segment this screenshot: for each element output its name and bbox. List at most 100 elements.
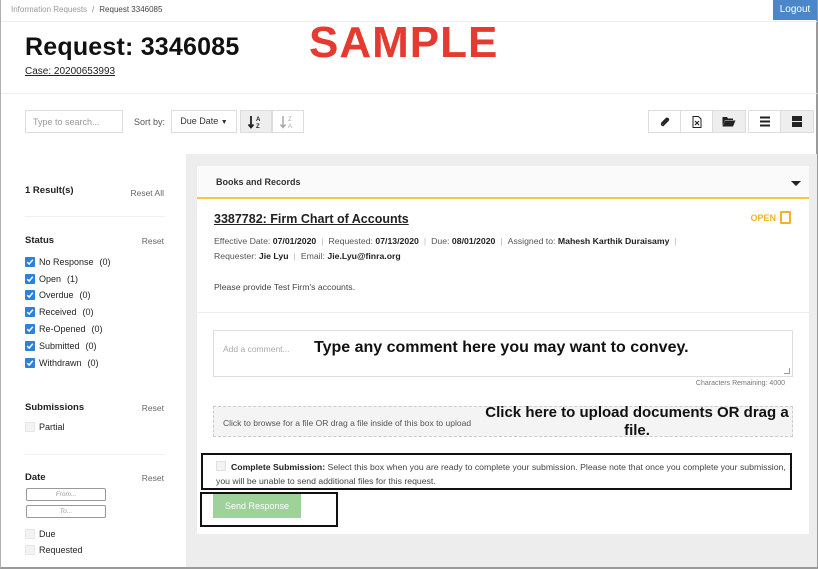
svg-text:Z: Z [256, 124, 260, 129]
complete-submission-text: Complete Submission: Select this box whe… [216, 460, 791, 488]
meta-label: Requester: [214, 251, 257, 261]
submissions-filter-partial[interactable]: Partial [25, 422, 65, 432]
status-filter-re-opened[interactable]: Re-Opened (0) [25, 324, 103, 334]
attach-button[interactable] [649, 111, 681, 132]
filter-count: (0) [79, 290, 91, 300]
filter-label: Withdrawn [39, 358, 82, 368]
submissions-heading: Submissions [25, 402, 85, 413]
divider [25, 454, 165, 455]
caret-down-icon[interactable] [791, 181, 801, 186]
meta-label: Email: [300, 251, 325, 261]
excel-file-icon [692, 115, 701, 128]
resize-handle-icon[interactable] [784, 368, 790, 374]
date-filter-requested[interactable]: Requested [25, 545, 83, 555]
status-filter-no-response[interactable]: No Response (0) [25, 257, 111, 267]
filter-label: Partial [39, 422, 65, 432]
meta-label: Requested: [328, 236, 373, 246]
filter-count: (0) [82, 307, 94, 317]
filter-label: No Response [39, 257, 94, 267]
effective-date-value: 07/01/2020 [272, 236, 317, 246]
filter-label: Open [39, 274, 62, 284]
filter-label: Overdue [39, 290, 74, 300]
date-from-input[interactable]: From... [26, 488, 106, 501]
divider [197, 312, 809, 313]
checkbox-checked-icon[interactable] [25, 341, 35, 351]
panel-header[interactable]: Books and Records [197, 166, 809, 199]
filter-label: Re-Opened [39, 324, 86, 334]
breadcrumb-current: Request 3346085 [99, 5, 163, 14]
sample-watermark: SAMPLE [309, 18, 499, 67]
meta-separator: | [674, 236, 677, 246]
checkbox-checked-icon[interactable] [25, 257, 35, 267]
checkbox-unchecked-icon[interactable] [25, 545, 35, 555]
case-link[interactable]: Case: 20200653993 [25, 66, 115, 77]
sort-alpha-desc-icon: Z A [280, 115, 292, 129]
upload-instructions: Click to browse for a file OR drag a fil… [223, 418, 472, 428]
comment-textarea[interactable] [214, 331, 792, 376]
request-description: Please provide Test Firm's accounts. [214, 282, 356, 292]
open-folder-button[interactable] [713, 111, 745, 132]
checkbox-unchecked-icon[interactable] [25, 529, 35, 539]
submissions-reset-link[interactable]: Reset [142, 403, 164, 413]
caret-down-icon: ▼ [220, 119, 228, 126]
file-upload-dropzone[interactable]: Click to browse for a file OR drag a fil… [213, 406, 793, 437]
export-excel-button[interactable] [681, 111, 713, 132]
filter-label: Requested [39, 545, 83, 555]
status-filter-submitted[interactable]: Submitted (0) [25, 341, 97, 351]
filter-count: (0) [99, 257, 111, 267]
divider [25, 216, 165, 217]
filter-count: (0) [91, 324, 103, 334]
date-to-input[interactable]: To... [26, 505, 106, 518]
card-view-icon [792, 116, 802, 127]
logout-button[interactable]: Logout [773, 0, 817, 20]
status-reset-link[interactable]: Reset [142, 236, 164, 246]
reset-all-link[interactable]: Reset All [130, 188, 164, 198]
requested-date-value: 07/13/2020 [375, 236, 419, 246]
checkbox-unchecked-icon[interactable] [25, 422, 35, 432]
status-filter-received[interactable]: Received (0) [25, 307, 94, 317]
breadcrumb: Information Requests / Request 3346085 [11, 5, 162, 14]
status-filter-overdue[interactable]: Overdue (0) [25, 290, 91, 300]
date-reset-link[interactable]: Reset [142, 473, 164, 483]
search-input[interactable] [25, 110, 123, 133]
breadcrumb-separator: / [92, 5, 95, 14]
checkbox-checked-icon[interactable] [25, 307, 35, 317]
breadcrumb-information-requests[interactable]: Information Requests [11, 5, 87, 14]
sort-ascending-button[interactable]: A Z [240, 110, 272, 133]
meta-label: Due: [431, 236, 450, 246]
paperclip-icon [660, 116, 669, 126]
sort-descending-button[interactable]: Z A [272, 110, 304, 133]
list-view-icon [759, 116, 770, 127]
requester-value: Jie Lyu [258, 251, 289, 261]
request-meta-line-2: Requester: Jie Lyu | Email: Jie.Lyu@finra.… [214, 251, 401, 261]
checkbox-checked-icon[interactable] [25, 324, 35, 334]
sort-alpha-asc-icon: A Z [248, 115, 261, 129]
checkbox-checked-icon[interactable] [25, 358, 35, 368]
filter-count: (0) [85, 341, 97, 351]
complete-submission-label: Complete Submission: [231, 462, 326, 472]
meta-label: Assigned to: [507, 236, 556, 246]
status-text: OPEN [750, 212, 776, 223]
sort-by-label: Sort by: [134, 117, 166, 127]
characters-remaining: Characters Remaining: 4000 [695, 380, 785, 387]
status-badge: OPEN [750, 211, 791, 224]
assigned-to-value: Mahesh Karthik Duraisamy [557, 236, 670, 246]
filter-sidebar: 1 Result(s) Reset All Status Reset No Re… [1, 154, 186, 567]
request-title-link[interactable]: 3387782: Firm Chart of Accounts [214, 212, 409, 226]
date-filter-due[interactable]: Due [25, 529, 56, 539]
card-view-button[interactable] [781, 111, 813, 132]
list-view-button[interactable] [749, 111, 781, 132]
status-filter-withdrawn[interactable]: Withdrawn (0) [25, 358, 99, 368]
meta-separator: | [321, 236, 324, 246]
filter-count: (0) [87, 358, 99, 368]
checkbox-checked-icon[interactable] [25, 274, 35, 284]
sort-select[interactable]: Due Date ▼ [171, 110, 237, 133]
checkbox-checked-icon[interactable] [25, 290, 35, 300]
status-heading: Status [25, 235, 55, 246]
status-filter-open[interactable]: Open (1) [25, 274, 78, 284]
meta-separator: | [423, 236, 427, 246]
results-count: 1 Result(s) [25, 185, 74, 196]
svg-text:A: A [256, 117, 261, 123]
send-response-button[interactable]: Send Response [213, 494, 301, 518]
complete-submission-highlight: Complete Submission: Select this box whe… [201, 453, 792, 490]
